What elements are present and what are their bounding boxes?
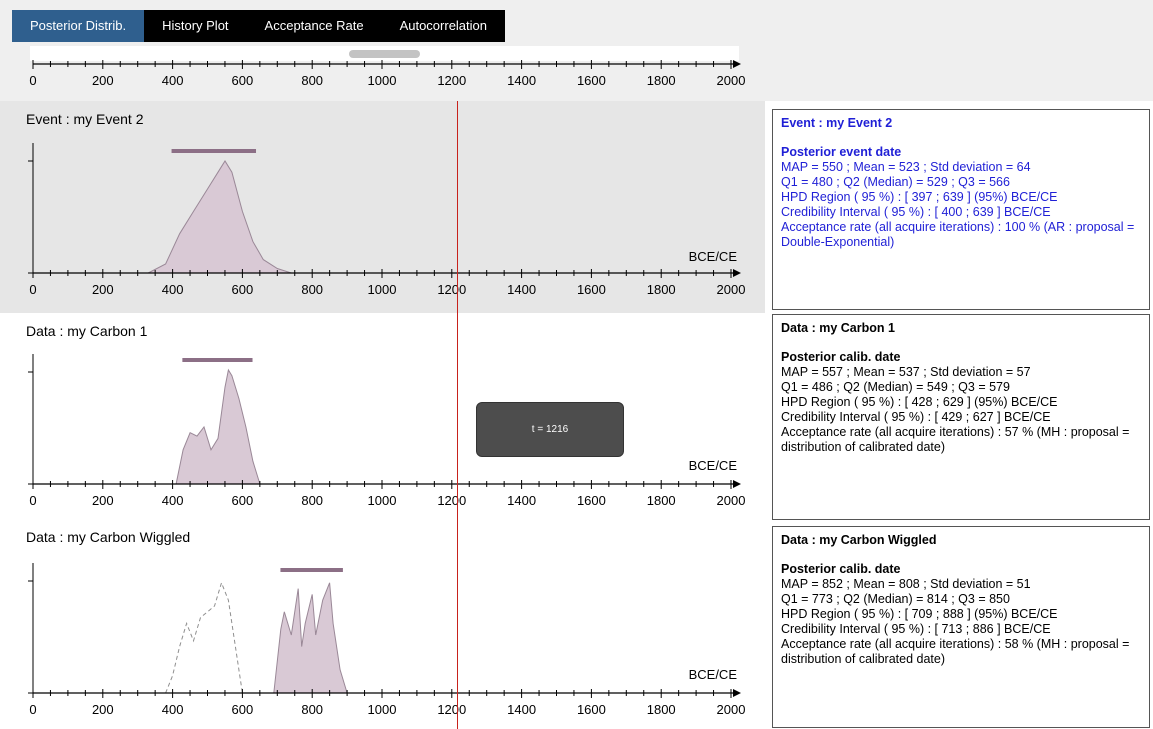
time-cursor-line[interactable] — [456, 101, 458, 729]
stats-subheading: Posterior calib. date — [781, 562, 901, 576]
posterior-density-area — [175, 368, 261, 485]
axis-tick-label: 1800 — [647, 282, 676, 297]
event-density-chart: 0 200 400 600 800 1000 1200 1400 1600 1800 2000 BCE… — [28, 143, 746, 297]
axis-tick-label: 600 — [232, 282, 254, 297]
axis-unit-label: BCE/CE — [689, 458, 738, 473]
axis-arrowhead — [733, 60, 741, 68]
posterior-density-area — [147, 160, 292, 274]
axis-tick-label: 800 — [301, 282, 323, 297]
stats-line: Q1 = 480 ; Q2 (Median) = 529 ; Q3 = 566 — [781, 175, 1010, 189]
carbon-1-stats-box: Data : my Carbon 1 Posterior calib. date… — [772, 314, 1150, 520]
axis-tick-label: 2000 — [717, 73, 746, 88]
carbon-wiggled-density-chart: 0 200 400 600 800 1000 1200 1400 1600 1800 2000 BCE… — [28, 563, 746, 717]
carbon-1-density-chart: 0 200 400 600 800 1000 1200 1400 1600 1800 2000 BCE… — [28, 354, 746, 508]
axis-unit-label: BCE/CE — [689, 249, 738, 264]
event-stats-box: Event : my Event 2 Posterior event date … — [772, 109, 1150, 310]
tab-posterior-distrib[interactable]: Posterior Distrib. — [12, 10, 145, 42]
axis-tick-label: 1800 — [647, 493, 676, 508]
axis-tick-label: 2000 — [717, 702, 746, 717]
axis-tick-label: 1400 — [507, 282, 536, 297]
toolbar-area: Posterior Distrib. History Plot Acceptan… — [0, 0, 1153, 101]
axis-arrowhead — [733, 689, 741, 697]
cursor-tooltip: t = 1216 — [476, 402, 624, 457]
event-panel[interactable]: Event : my Event 2 0 200 400 600 800 1000 1200… — [0, 101, 765, 313]
stats-line: Acceptance rate (all acquire iterations)… — [781, 425, 1130, 454]
stats-line: MAP = 557 ; Mean = 537 ; Std deviation =… — [781, 365, 1031, 379]
axis-tick-label: 1200 — [437, 282, 466, 297]
axis-tick-label: 0 — [29, 282, 36, 297]
tab-bar: Posterior Distrib. History Plot Acceptan… — [12, 10, 506, 42]
axis-tick-label: 200 — [92, 73, 114, 88]
top-time-axis: 0 200 400 600 800 1000 1200 1400 1600 1800 2000 — [29, 60, 746, 88]
stats-line: Credibility Interval ( 95 %) : [ 429 ; 6… — [781, 410, 1051, 424]
tab-acceptance-rate[interactable]: Acceptance Rate — [247, 10, 382, 42]
axis-unit-label: BCE/CE — [689, 667, 738, 682]
stats-line: Acceptance rate (all acquire iterations)… — [781, 637, 1130, 666]
axis-tick-label: 600 — [232, 73, 254, 88]
axis-tick-label: 0 — [29, 493, 36, 508]
stats-line: Credibility Interval ( 95 %) : [ 400 ; 6… — [781, 205, 1051, 219]
axis-tick-label: 0 — [29, 73, 36, 88]
axis-tick-label: 200 — [92, 282, 114, 297]
axis-tick-label: 400 — [162, 73, 184, 88]
axis-tick-label: 0 — [29, 702, 36, 717]
data-panel-carbon-wiggled[interactable]: Data : my Carbon Wiggled 0 200 400 600 800 10… — [0, 519, 765, 729]
axis-tick-label: 600 — [232, 702, 254, 717]
axis-tick-label: 400 — [162, 702, 184, 717]
axis-tick-label: 1000 — [368, 73, 397, 88]
stats-line: MAP = 550 ; Mean = 523 ; Std deviation =… — [781, 160, 1031, 174]
axis-tick-label: 1600 — [577, 493, 606, 508]
axis-tick-label: 1600 — [577, 702, 606, 717]
axis-tick-label: 1400 — [507, 702, 536, 717]
axis-tick-label: 2000 — [717, 282, 746, 297]
axis-tick-label: 1200 — [437, 73, 466, 88]
axis-tick-label: 200 — [92, 493, 114, 508]
axis-tick-label: 1600 — [577, 73, 606, 88]
data-panel-carbon-1[interactable]: Data : my Carbon 1 0 200 400 600 800 1000 1200… — [0, 313, 765, 519]
axis-tick-label: 2000 — [717, 493, 746, 508]
tab-autocorrelation[interactable]: Autocorrelation — [382, 10, 505, 42]
hpd-region-bar — [182, 358, 253, 362]
axis-tick-label: 1600 — [577, 282, 606, 297]
axis-tick-label: 400 — [162, 493, 184, 508]
stats-line: HPD Region ( 95 %) : [ 397 ; 639 ] (95%)… — [781, 190, 1058, 204]
stats-line: Q1 = 773 ; Q2 (Median) = 814 ; Q3 = 850 — [781, 592, 1010, 606]
axis-arrowhead — [733, 480, 741, 488]
axis-tick-label: 1000 — [368, 493, 397, 508]
stats-line: Q1 = 486 ; Q2 (Median) = 549 ; Q3 = 579 — [781, 380, 1010, 394]
axis-tick-label: 1000 — [368, 282, 397, 297]
axis-tick-label: 1000 — [368, 702, 397, 717]
stats-heading: Data : my Carbon Wiggled — [781, 533, 937, 547]
stats-line: MAP = 852 ; Mean = 808 ; Std deviation =… — [781, 577, 1031, 591]
axis-tick-label: 1400 — [507, 493, 536, 508]
stats-subheading: Posterior calib. date — [781, 350, 901, 364]
axis-tick-label: 200 — [92, 702, 114, 717]
posterior-density-area — [273, 582, 348, 694]
stats-subheading: Posterior event date — [781, 145, 902, 159]
axis-tick-label: 400 — [162, 282, 184, 297]
stats-line: Acceptance rate (all acquire iterations)… — [781, 220, 1135, 249]
tab-history-plot[interactable]: History Plot — [144, 10, 246, 42]
hpd-region-bar — [171, 149, 257, 153]
stats-line: Credibility Interval ( 95 %) : [ 713 ; 8… — [781, 622, 1051, 636]
stats-heading: Event : my Event 2 — [781, 116, 893, 130]
axis-tick-label: 600 — [232, 493, 254, 508]
axis-tick-label: 1200 — [437, 702, 466, 717]
axis-tick-label: 1800 — [647, 73, 676, 88]
axis-arrowhead — [733, 269, 741, 277]
stats-line: HPD Region ( 95 %) : [ 428 ; 629 ] (95%)… — [781, 395, 1058, 409]
hpd-region-bar — [280, 568, 343, 572]
axis-tick-label: 800 — [301, 702, 323, 717]
axis-tick-label: 1200 — [437, 493, 466, 508]
carbon-wiggled-stats-box: Data : my Carbon Wiggled Posterior calib… — [772, 526, 1150, 728]
axis-tick-label: 800 — [301, 73, 323, 88]
axis-tick-label: 800 — [301, 493, 323, 508]
prior-density-dashed-curve — [165, 581, 243, 694]
axis-tick-label: 1400 — [507, 73, 536, 88]
axis-tick-label: 1800 — [647, 702, 676, 717]
stats-heading: Data : my Carbon 1 — [781, 321, 895, 335]
stats-line: HPD Region ( 95 %) : [ 709 ; 888 ] (95%)… — [781, 607, 1058, 621]
